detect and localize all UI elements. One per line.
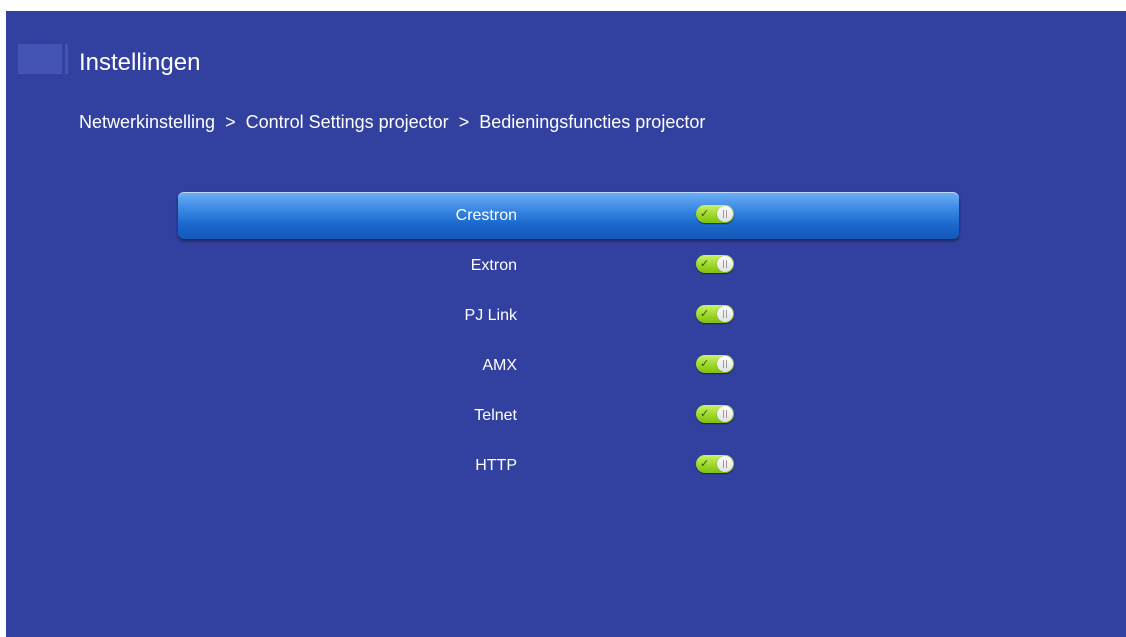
breadcrumb-item-network[interactable]: Netwerkinstelling [79,112,215,132]
extron-toggle[interactable]: ✓ [696,255,734,273]
setting-row-crestron[interactable]: Crestron ✓ [178,192,959,239]
setting-label: Crestron [455,207,517,224]
http-toggle[interactable]: ✓ [696,455,734,473]
toggle-knob [717,456,733,472]
breadcrumb: Netwerkinstelling > Control Settings proje… [79,111,705,133]
menu-icon-block [18,44,62,74]
check-icon: ✓ [700,207,710,220]
settings-screen: Instellingen Netwerkinstelling > Control S… [6,11,1126,637]
check-icon: ✓ [700,257,710,270]
page-title: Instellingen [79,49,201,76]
pjlink-toggle[interactable]: ✓ [696,305,734,323]
setting-label: HTTP [475,457,517,474]
setting-label: Telnet [474,407,517,424]
setting-row-extron[interactable]: Extron ✓ [178,242,959,289]
toggle-knob [717,406,733,422]
breadcrumb-separator: > [225,112,236,132]
breadcrumb-item-current: Bedieningsfuncties projector [479,112,706,132]
check-icon: ✓ [700,407,710,420]
settings-list: Crestron ✓ Extron ✓ PJ Link ✓ AMX ✓ Teln… [178,192,959,492]
toggle-knob [717,356,733,372]
check-icon: ✓ [700,307,710,320]
setting-label: Extron [470,257,517,274]
toggle-knob [717,306,733,322]
menu-divider [65,44,68,74]
toggle-knob [717,206,733,222]
setting-row-telnet[interactable]: Telnet ✓ [178,392,959,439]
breadcrumb-separator: > [458,112,470,132]
telnet-toggle[interactable]: ✓ [696,405,734,423]
setting-row-amx[interactable]: AMX ✓ [178,342,959,389]
crestron-toggle[interactable]: ✓ [696,205,734,223]
setting-row-pjlink[interactable]: PJ Link ✓ [178,292,959,339]
breadcrumb-item-control-settings[interactable]: Control Settings projector [246,112,449,132]
toggle-knob [717,256,733,272]
check-icon: ✓ [700,357,710,370]
check-icon: ✓ [700,457,710,470]
setting-label: AMX [482,357,517,374]
amx-toggle[interactable]: ✓ [696,355,734,373]
setting-label: PJ Link [464,307,517,324]
setting-row-http[interactable]: HTTP ✓ [178,442,959,489]
